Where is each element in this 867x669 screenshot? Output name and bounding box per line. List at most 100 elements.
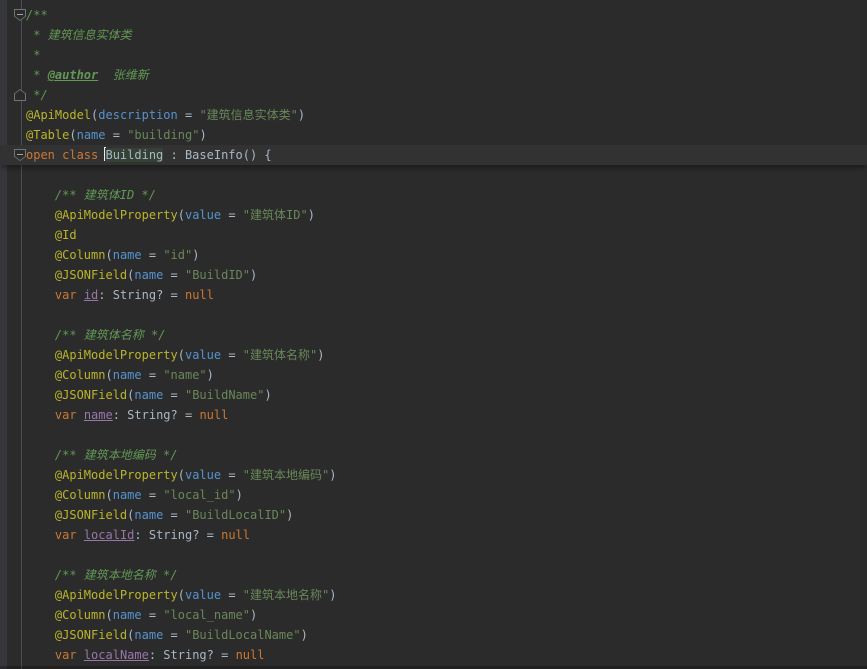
code-token-kw: open class [26,148,98,162]
code-line[interactable]: * [0,45,867,65]
code-line[interactable]: */ [0,85,867,105]
code-token-ann: @JSONField [55,508,127,522]
code-token-def [26,408,55,422]
code-token-prop: name [84,408,113,422]
fold-icon-shape [15,90,25,100]
code-token-str: "建筑信息实体类" [199,108,297,122]
code-line[interactable]: var name: String? = null [0,405,867,425]
code-line[interactable]: @ApiModel(description = "建筑信息实体类") [0,105,867,125]
code-line[interactable]: @ApiModelProperty(value = "建筑体ID") [0,205,867,225]
code-token-kw: var [55,288,77,302]
fold-end-icon[interactable] [14,89,26,101]
code-line[interactable]: @ApiModelProperty(value = "建筑本地名称") [0,585,867,605]
code-token-def [26,488,55,502]
code-token-kw: null [236,648,265,662]
code-lines-container: /** * 建筑信息实体类 * * @author 张维新 */ @ApiMode… [0,5,867,665]
code-token-doc: /** 建筑体ID */ [26,188,156,202]
code-line[interactable]: * 建筑信息实体类 [0,25,867,45]
code-token-ann: @Table [26,128,69,142]
code-line[interactable]: var localName: String? = null [0,645,867,665]
code-token-def: ( [69,128,76,142]
code-line[interactable]: @Column(name = "name") [0,365,867,385]
code-token-def: ( [105,248,112,262]
code-token-def [26,388,55,402]
code-token-def [26,368,55,382]
code-token-def: ) [298,108,305,122]
code-token-def [26,348,55,362]
code-token-def: ) [236,488,243,502]
code-line[interactable]: @Table(name = "building") [0,125,867,145]
code-token-def: ( [178,468,185,482]
code-token-arg: name [113,608,142,622]
code-token-def [77,408,84,422]
code-editor[interactable]: /** * 建筑信息实体类 * * @author 张维新 */ @ApiMode… [0,0,867,669]
code-line[interactable]: @Column(name = "local_id") [0,485,867,505]
code-token-str: "建筑体ID" [243,208,308,222]
code-line[interactable]: @JSONField(name = "BuildLocalName") [0,625,867,645]
code-token-str: "建筑体名称" [243,348,317,362]
code-line[interactable]: @Column(name = "local_name") [0,605,867,625]
code-line[interactable]: /** [0,5,867,25]
code-token-def: ) [264,388,271,402]
code-token-def [77,648,84,662]
code-token-def [77,288,84,302]
code-token-arg: name [134,268,163,282]
code-token-str: "BuildID" [185,268,250,282]
code-token-doc: /** 建筑体名称 */ [26,328,165,342]
code-token-arg: description [98,108,177,122]
code-token-def: ) [308,208,315,222]
code-token-def: ( [105,608,112,622]
code-token-def [26,508,55,522]
code-token-arg: value [185,468,221,482]
code-token-doc: * [26,68,48,82]
code-token-arg: name [113,368,142,382]
code-line[interactable]: @ApiModelProperty(value = "建筑本地编码") [0,465,867,485]
code-token-kw: null [221,528,250,542]
code-token-def: = [163,508,185,522]
code-token-def: ) [192,248,199,262]
code-token-cls: Building [105,148,163,162]
code-line[interactable]: @JSONField(name = "BuildID") [0,265,867,285]
code-token-def: ) [207,368,214,382]
code-token-def: ( [178,588,185,602]
fold-minus-glyph [17,14,23,15]
code-token-arg: value [185,588,221,602]
code-token-doctag: @author [48,68,99,82]
code-line[interactable]: var id: String? = null [0,285,867,305]
code-token-ann: @ApiModelProperty [55,468,178,482]
fold-collapse-icon[interactable] [14,149,26,161]
code-token-def [26,268,55,282]
code-line[interactable]: * @author 张维新 [0,65,867,85]
code-token-def: ) [301,628,308,642]
code-token-def: ) [317,348,324,362]
code-line[interactable]: /** 建筑体ID */ [0,185,867,205]
code-token-doc: */ [26,88,48,102]
code-line[interactable]: /** 建筑体名称 */ [0,325,867,345]
code-line[interactable]: /** 建筑本地编码 */ [0,445,867,465]
code-line[interactable] [0,305,867,325]
code-token-def [26,468,55,482]
code-token-def: ) [286,508,293,522]
code-token-arg: name [113,488,142,502]
code-token-def [26,248,55,262]
code-line[interactable]: @ApiModelProperty(value = "建筑体名称") [0,345,867,365]
code-token-str: "建筑本地名称" [243,588,329,602]
code-line[interactable]: @JSONField(name = "BuildLocalID") [0,505,867,525]
code-token-def: = [221,208,243,222]
code-token-kw: var [55,648,77,662]
code-line[interactable]: @JSONField(name = "BuildName") [0,385,867,405]
code-line[interactable] [0,425,867,445]
code-token-doc: * [26,48,40,62]
code-token-str: "local_name" [163,608,250,622]
code-line[interactable]: @Column(name = "id") [0,245,867,265]
code-line[interactable]: /** 建筑本地名称 */ [0,565,867,585]
code-line[interactable]: @Id [0,225,867,245]
fold-collapse-icon[interactable] [14,9,26,21]
code-token-doc: 张维新 [98,68,148,82]
code-line[interactable] [0,545,867,565]
code-line-caret[interactable]: open class Building : BaseInfo() { [0,145,867,165]
code-line[interactable] [0,165,867,185]
code-line[interactable]: var localId: String? = null [0,525,867,545]
code-token-doc: /** 建筑本地编码 */ [26,448,177,462]
code-token-kw: null [199,408,228,422]
